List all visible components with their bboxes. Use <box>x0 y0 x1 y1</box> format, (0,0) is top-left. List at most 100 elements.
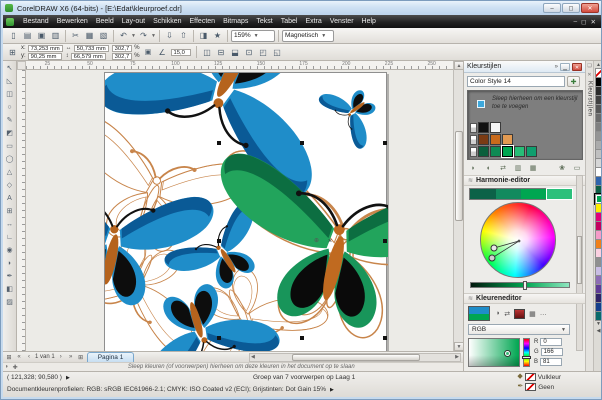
brightness-slider[interactable] <box>470 282 570 288</box>
sv-selector-dot[interactable] <box>505 351 510 356</box>
document-minimize-icon[interactable]: ‒ <box>574 18 578 26</box>
selection-handle[interactable] <box>217 141 221 145</box>
menu-effecten[interactable]: Effecten <box>186 15 220 28</box>
docker-scrollbar[interactable] <box>576 175 583 351</box>
document-palette[interactable]: ◗ ✚ Sleep kleuren (of voorwerpen) hierhe… <box>3 362 463 371</box>
ruler-origin-box[interactable] <box>17 61 26 70</box>
scale-h-field[interactable]: 302,7 <box>112 45 133 52</box>
shape-tool[interactable]: ◺ <box>4 76 16 88</box>
docker-close-button[interactable]: ✕ <box>572 63 582 71</box>
rotation-angle-field[interactable]: 15,0 <box>171 49 191 56</box>
wheel-handle[interactable] <box>489 255 495 261</box>
menu-beeld[interactable]: Beeld <box>92 15 118 28</box>
butterfly-artwork[interactable]: .bf-blue{--uw:#1f8dc9;--dw:#0a5a96;--lw:… <box>105 73 388 351</box>
menu-venster[interactable]: Venster <box>326 15 358 28</box>
add-page-icon[interactable]: ⊞ <box>5 354 13 361</box>
add-page-icon[interactable]: ⊞ <box>77 354 85 361</box>
wheel-handle[interactable] <box>491 245 497 251</box>
scroll-right-icon[interactable]: ▶ <box>455 354 459 361</box>
dimension-tool[interactable]: ↔ <box>4 219 16 231</box>
menu-bewerken[interactable]: Bewerken <box>53 15 92 28</box>
zoom-level-combo[interactable]: 159% ▼ <box>231 30 275 42</box>
basic-shapes-tool[interactable]: ◇ <box>4 180 16 192</box>
new-button[interactable]: ▯ <box>7 29 20 42</box>
previous-page-icon[interactable]: ‹ <box>25 354 33 360</box>
r-value-field[interactable]: 0 <box>540 338 562 346</box>
mirror-horizontal-icon[interactable]: ◫ <box>202 48 213 57</box>
color-style-swatch[interactable] <box>514 146 525 157</box>
harmony-editor-header[interactable]: ≋ Harmonie-editor ▲ <box>464 175 585 186</box>
more-options-icon[interactable]: … <box>540 310 547 317</box>
rectangle-tool[interactable]: ▭ <box>4 141 16 153</box>
menu-tabel[interactable]: Tabel <box>277 15 302 28</box>
scrollbar-thumb[interactable] <box>455 131 463 221</box>
freehand-tool[interactable]: ✎ <box>4 115 16 127</box>
edit-shape-icon[interactable]: ⊡ <box>244 48 255 57</box>
x-position-field[interactable]: 73,253 mm <box>28 45 63 52</box>
new-color-style-button[interactable]: ✚ <box>567 76 580 87</box>
selection-handle[interactable] <box>217 336 221 340</box>
open-button[interactable]: ▤ <box>21 29 34 42</box>
menu-layout[interactable]: Lay-out <box>118 15 149 28</box>
drawing-canvas[interactable]: .bf-blue{--uw:#1f8dc9;--dw:#0a5a96;--lw:… <box>26 70 453 351</box>
color-style-drop-area[interactable]: Sleep hierheen om een kleurstijl toe te … <box>467 90 583 160</box>
scale-v-field[interactable]: 302,7 <box>112 53 133 60</box>
color-style-swatch[interactable] <box>490 122 501 133</box>
menu-schikken[interactable]: Schikken <box>149 15 185 28</box>
welcome-screen-button[interactable]: ★ <box>211 29 224 42</box>
eyedropper-icon[interactable]: ◗ <box>5 364 9 370</box>
redo-button[interactable]: ↷ <box>137 29 150 42</box>
pin-docker-icon[interactable]: ❑ <box>587 63 591 69</box>
swatch-group-icon[interactable]: ▦ <box>527 163 539 174</box>
minimize-button[interactable]: ‒ <box>543 3 561 13</box>
document-close-icon[interactable]: ✕ <box>591 18 596 26</box>
color-style-swatch[interactable] <box>502 134 513 145</box>
close-button[interactable]: ✕ <box>581 3 599 13</box>
slider-thumb[interactable] <box>523 281 527 290</box>
harmony-strip-color[interactable] <box>547 189 573 199</box>
eyedropper-icon[interactable]: ◗ <box>467 163 479 174</box>
palette-swatch[interactable] <box>595 311 602 321</box>
object-height-field[interactable]: 66,579 mm <box>71 53 106 60</box>
canvas-vertical-scrollbar[interactable]: ▲ ▼ <box>453 61 463 351</box>
g-value-field[interactable]: 166 <box>541 348 563 356</box>
undo-button[interactable]: ↶ <box>117 29 130 42</box>
harmony-strip-color[interactable] <box>470 189 496 199</box>
canvas-horizontal-scrollbar[interactable]: ◀ ▶ <box>249 353 461 362</box>
selection-handle[interactable] <box>383 141 387 145</box>
harmony-strip-color[interactable] <box>521 189 547 199</box>
outline-pen-tool[interactable]: ✒ <box>4 271 16 283</box>
group-icon[interactable]: ◰ <box>258 48 269 57</box>
status-flyout-icon[interactable]: ▶ <box>330 387 334 393</box>
color-style-swatch[interactable] <box>478 146 489 157</box>
connector-tool[interactable]: ∟ <box>4 232 16 244</box>
selection-center-mark[interactable]: × <box>328 238 332 245</box>
color-style-swatch[interactable] <box>502 146 513 157</box>
status-flyout-icon[interactable]: ▶ <box>66 375 70 381</box>
selection-handle[interactable] <box>383 239 387 243</box>
page-tab[interactable]: Pagina 1 <box>87 352 135 362</box>
text-tool[interactable]: A <box>4 193 16 205</box>
menu-help[interactable]: Help <box>358 15 380 28</box>
color-wheel[interactable] <box>480 202 556 278</box>
copy-button[interactable]: ▦ <box>83 29 96 42</box>
horizontal-ruler[interactable]: 255075100125150175200225250 <box>26 61 453 70</box>
palette-scroll-down-icon[interactable]: ▼ <box>596 321 601 328</box>
color-model-select[interactable]: RGB ▼ <box>468 324 570 335</box>
app-launcher-button[interactable]: ◨ <box>197 29 210 42</box>
paste-button[interactable]: ▧ <box>97 29 110 42</box>
redo-button-dropdown-icon[interactable]: ▼ <box>151 33 156 39</box>
vertical-ruler[interactable] <box>17 70 26 351</box>
snap-to-combo[interactable]: Magnetisch ▼ <box>282 30 334 42</box>
ellipse-tool[interactable]: ◯ <box>4 154 16 166</box>
undo-button-dropdown-icon[interactable]: ▼ <box>131 33 136 39</box>
interactive-fill-tool[interactable]: ▨ <box>4 297 16 309</box>
rotation-center-icon[interactable]: ⊕ <box>314 238 319 244</box>
color-viewer-icon[interactable] <box>514 309 525 319</box>
fill-tool[interactable]: ◧ <box>4 284 16 296</box>
save-button[interactable]: ▣ <box>35 29 48 42</box>
scroll-left-icon[interactable]: ◀ <box>251 354 255 361</box>
y-position-field[interactable]: 90,25 mm <box>28 53 62 60</box>
selection-handle[interactable] <box>383 336 387 340</box>
mirror-vertical-icon[interactable]: ⊟ <box>216 48 227 57</box>
